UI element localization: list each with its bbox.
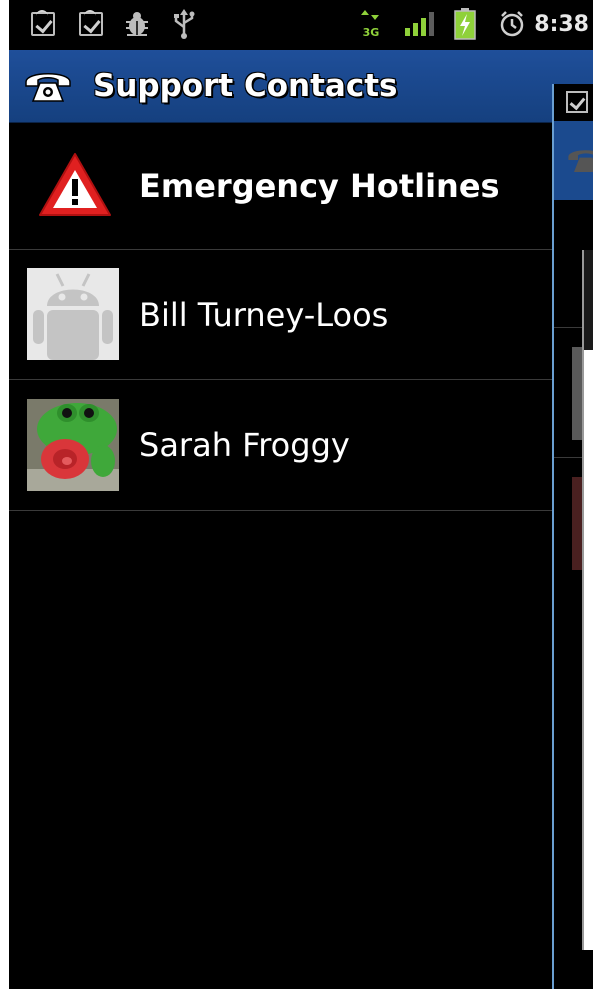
overlay-window: [552, 84, 593, 989]
list-item-label: Sarah Froggy: [139, 426, 350, 464]
overlay-dialog: [582, 250, 593, 950]
checkbox-icon: [31, 10, 55, 38]
screen: 3G 8:38 Support Contacts Emergency Hotli…: [9, 0, 593, 989]
phone-icon: [23, 68, 73, 108]
network-3g-icon: 3G: [360, 10, 382, 38]
list-item-bill-turney-loos[interactable]: Bill Turney-Loos: [9, 250, 552, 380]
status-clock: 8:38: [534, 12, 589, 37]
page-title: Support Contacts: [93, 68, 398, 104]
battery-charging-icon: [454, 8, 476, 40]
list-item-emergency-hotlines[interactable]: Emergency Hotlines: [9, 122, 552, 250]
list-item-label: Emergency Hotlines: [139, 167, 500, 205]
usb-icon: [172, 9, 196, 39]
bug-icon: [124, 10, 150, 38]
overlay-status-bar: [554, 84, 593, 121]
android-avatar-icon: [27, 268, 119, 360]
overlay-titlebar: [554, 121, 593, 200]
status-bar: 3G 8:38: [9, 0, 593, 50]
titlebar: Support Contacts: [9, 50, 593, 123]
phone-icon: [568, 150, 593, 172]
signal-icon: [404, 10, 436, 38]
network-type-label: 3G: [363, 26, 380, 38]
checkbox-icon: [79, 10, 103, 38]
checkbox-icon: [566, 91, 588, 113]
frog-photo: [27, 399, 119, 491]
list-item-sarah-froggy[interactable]: Sarah Froggy: [9, 380, 552, 511]
alarm-icon: [498, 10, 526, 38]
overlay-dialog-header: [584, 250, 593, 350]
warning-icon: [37, 151, 113, 223]
list-item-label: Bill Turney-Loos: [139, 296, 389, 334]
